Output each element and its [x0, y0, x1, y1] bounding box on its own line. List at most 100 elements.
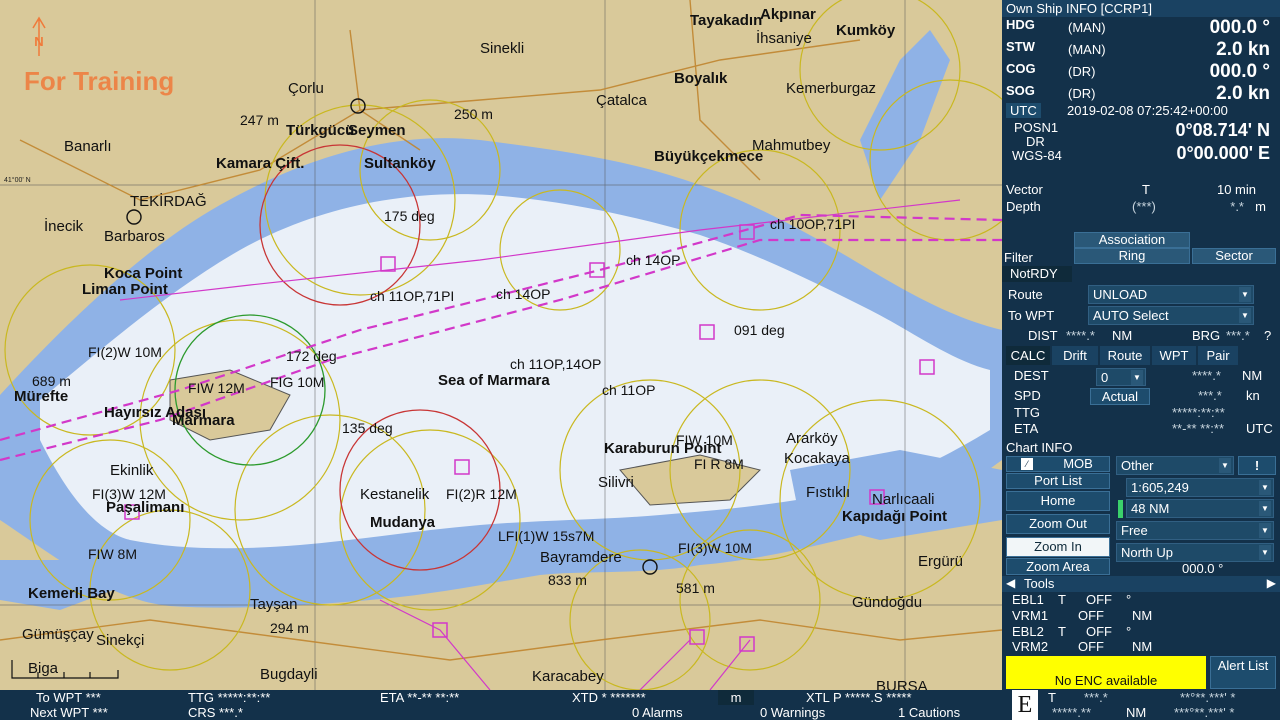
cursor-lon: ***°**.***' *: [1174, 705, 1235, 720]
north-mark: N: [34, 34, 44, 49]
enc-alert-message[interactable]: No ENC available: [1006, 672, 1206, 689]
sounding-label: 175 deg: [384, 208, 435, 224]
posn-label: POSN1: [1014, 120, 1059, 135]
dest-stars: ****.*: [1192, 368, 1221, 383]
own-ship-mode: (DR): [1068, 64, 1096, 79]
spd-value: ***.*: [1198, 388, 1222, 403]
own-ship-key: HDG: [1006, 17, 1035, 32]
own-ship-header[interactable]: Own Ship INFO [CCRP1]: [1002, 0, 1280, 17]
zoom-in-button[interactable]: Zoom In: [1006, 537, 1110, 557]
xtd-status: XTD * *******: [572, 690, 646, 705]
port-list-button[interactable]: Port List: [1006, 473, 1110, 489]
light-characteristic-label: FI(2)W 10M: [88, 344, 162, 360]
north-arrow-icon: N: [30, 16, 48, 56]
to-wpt-status: To WPT ***: [36, 690, 101, 705]
chart-place-label: Tayakadın: [690, 12, 763, 29]
xtl-status: XTL P *****.S *****: [806, 690, 912, 705]
sector-button[interactable]: Sector: [1192, 248, 1276, 264]
tab-wpt[interactable]: WPT: [1152, 346, 1196, 365]
chart-place-label: Akpınar: [760, 6, 816, 23]
training-watermark: For Training: [24, 66, 175, 96]
route-label: Route: [1008, 287, 1043, 302]
chevron-down-icon: ▼: [1131, 370, 1143, 385]
utc-row: UTC 2019-02-08 07:25:42+00:00: [1002, 102, 1280, 119]
chart-alert-button[interactable]: !: [1238, 456, 1276, 475]
zoom-area-button[interactable]: Zoom Area: [1006, 558, 1110, 575]
chart-layer-select[interactable]: Other ▼: [1116, 456, 1234, 475]
cursor-bearing: ***.*: [1084, 690, 1108, 705]
light-characteristic-label: FI R 8M: [694, 456, 744, 472]
ebl2-row[interactable]: EBL2 T OFF °: [1002, 624, 1280, 639]
eta-row: ETA **-** **:** UTC: [1002, 421, 1280, 437]
ring-button[interactable]: Ring: [1074, 248, 1190, 264]
alert-list-button[interactable]: Alert List: [1210, 656, 1276, 689]
chart-view[interactable]: For Training N 41°00' N Tayakadın Akpınar…: [0, 0, 1002, 690]
vector-row[interactable]: Vector T 10 min: [1002, 182, 1280, 199]
sounding-label: 294 m: [270, 620, 309, 636]
ebl1-label: EBL1: [1012, 592, 1044, 607]
ebl1-unit: °: [1126, 592, 1132, 607]
xtd-unit: m: [718, 690, 754, 705]
chart-mode-value: Free: [1121, 523, 1148, 538]
chevron-down-icon: ▼: [1219, 458, 1231, 473]
light-characteristic-label: ch 11OP,14OP: [510, 356, 602, 372]
orientation-select[interactable]: North Up ▼: [1116, 543, 1274, 562]
tab-calc[interactable]: CALC: [1006, 346, 1050, 365]
tab-pair[interactable]: Pair: [1198, 346, 1238, 365]
cursor-range: *****.**: [1052, 705, 1092, 720]
vrm2-state: OFF: [1078, 639, 1104, 654]
light-characteristic-label: ch 14OP: [626, 252, 681, 268]
vrm2-row[interactable]: VRM2 OFF NM: [1002, 639, 1280, 654]
route-select[interactable]: UNLOAD ▼: [1088, 285, 1254, 304]
light-characteristic-label: ch 11OP: [602, 382, 656, 398]
posn-mode: DR: [1026, 134, 1045, 149]
own-ship-row-stw[interactable]: STW (MAN) 2.0 kn: [1002, 39, 1280, 61]
latitude-tick-label: 41°00' N: [4, 177, 31, 184]
warnings-count[interactable]: 0 Warnings: [760, 705, 825, 720]
own-ship-row-hdg[interactable]: HDG (MAN) 000.0 °: [1002, 17, 1280, 39]
position-row[interactable]: POSN1 DR WGS-84 0°08.714' N 0°00.000' E: [1002, 120, 1280, 166]
sounding-label: 581 m: [676, 580, 715, 596]
brg-unit: ?: [1264, 328, 1272, 343]
chevron-down-icon: ▼: [1259, 523, 1271, 538]
chart-place-label: Ekinlik: [110, 462, 154, 479]
chart-place-label: Narlıcaali: [872, 491, 935, 508]
utc-label: UTC: [1006, 103, 1041, 118]
dest-unit: NM: [1242, 368, 1263, 383]
eta-unit: UTC: [1246, 421, 1273, 436]
vrm1-row[interactable]: VRM1 OFF NM: [1002, 608, 1280, 623]
alarms-count[interactable]: 0 Alarms: [632, 705, 683, 720]
route-value: UNLOAD: [1093, 287, 1148, 302]
tab-route[interactable]: Route: [1100, 346, 1150, 365]
chart-place-label: Çatalca: [596, 92, 647, 109]
tab-drift[interactable]: Drift: [1052, 346, 1098, 365]
cautions-count[interactable]: 1 Cautions: [898, 705, 960, 720]
dest-select[interactable]: 0 ▼: [1096, 368, 1146, 386]
association-button[interactable]: Association: [1074, 232, 1190, 248]
chart-place-label: Kemerli Bay: [28, 585, 115, 602]
towpt-select[interactable]: AUTO Select ▼: [1088, 306, 1254, 325]
chart-place-label: Ararköy: [786, 430, 838, 447]
own-ship-row-cog[interactable]: COG (DR) 000.0 °: [1002, 61, 1280, 83]
ttg-status: TTG *****:**:**: [188, 690, 271, 705]
zoom-out-button[interactable]: Zoom Out: [1006, 514, 1110, 534]
chart-mode-select[interactable]: Free ▼: [1116, 521, 1274, 540]
tools-header[interactable]: ◀ Tools ▶: [1002, 576, 1280, 592]
towpt-label: To WPT: [1008, 308, 1055, 323]
spd-mode-button[interactable]: Actual: [1090, 388, 1150, 405]
chevron-down-icon: ▼: [1239, 287, 1251, 302]
tools-title: Tools: [1024, 576, 1055, 591]
mob-button[interactable]: ⁄ MOB: [1006, 456, 1110, 472]
chart-place-label: Büyükçekmece: [654, 148, 764, 165]
home-button[interactable]: Home: [1006, 491, 1110, 511]
ebl1-row[interactable]: EBL1 T OFF °: [1002, 592, 1280, 607]
chart-place-label: İnecik: [44, 218, 84, 235]
chevron-down-icon: ▼: [1259, 545, 1271, 560]
range-select[interactable]: 48 NM ▼: [1126, 499, 1274, 518]
scale-select[interactable]: 1:605,249 ▼: [1126, 478, 1274, 497]
chart-place-label: Sinekli: [480, 40, 525, 57]
chevron-right-icon: ▶: [1266, 576, 1276, 590]
ttg-label: TTG: [1014, 405, 1040, 420]
sounding-label: 172 deg: [286, 348, 337, 364]
light-characteristic-label: FIW 8M: [88, 546, 137, 562]
